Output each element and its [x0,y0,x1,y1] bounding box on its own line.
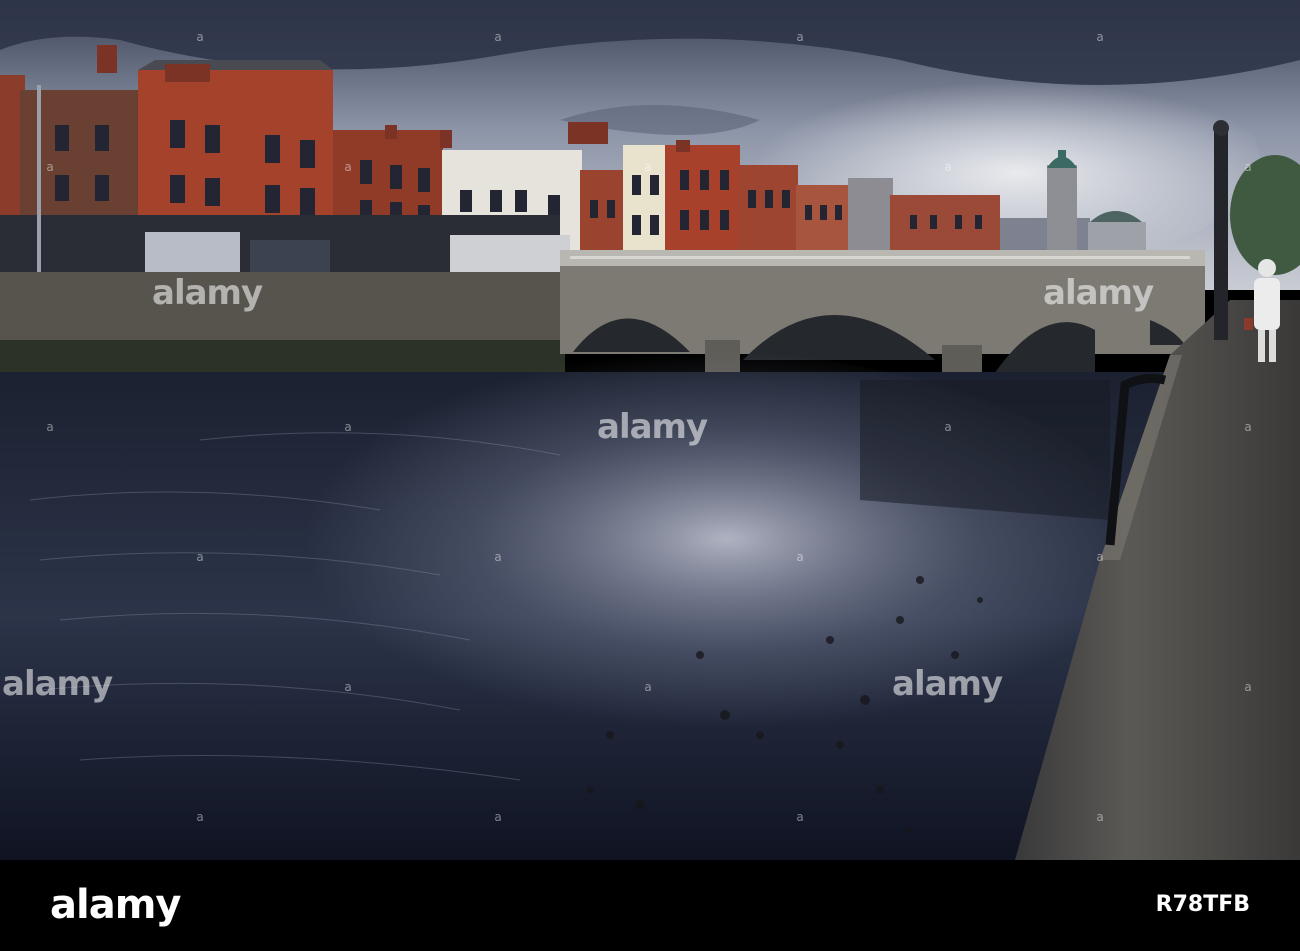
building-7 [738,165,798,255]
photo-river-bridge-scene [0,0,1300,860]
building-9 [848,178,893,253]
street-lamp [37,85,41,275]
railing-post [1214,125,1228,340]
footer-bar [0,860,1300,951]
building-10 [890,195,1000,255]
quay-wall-left [0,272,565,347]
image-id: R78TFB [1155,892,1250,917]
building-6 [665,145,740,260]
building-cream [623,145,668,265]
clock-tower [1047,165,1077,255]
alamy-logo: alamy [50,882,181,928]
bridge-reflection [860,380,1110,520]
